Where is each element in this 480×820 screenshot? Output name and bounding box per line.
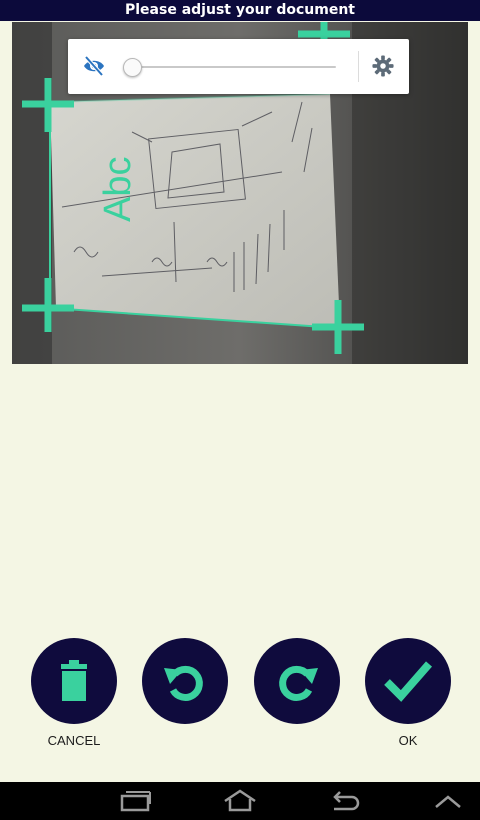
back-icon[interactable] bbox=[326, 789, 362, 813]
cancel-button[interactable] bbox=[31, 638, 117, 724]
panel-divider bbox=[358, 51, 359, 82]
ok-label: OK bbox=[398, 733, 418, 748]
home-icon[interactable] bbox=[222, 789, 258, 813]
slider-thumb[interactable] bbox=[123, 58, 142, 77]
rotate-left-button[interactable] bbox=[142, 638, 228, 724]
navigation-bar bbox=[0, 782, 480, 820]
rotate-ccw-icon bbox=[164, 665, 203, 701]
collapse-icon[interactable] bbox=[430, 789, 466, 813]
recent-apps-icon[interactable] bbox=[118, 789, 154, 813]
checkmark-icon bbox=[384, 661, 433, 702]
rotate-right-button[interactable] bbox=[254, 638, 340, 724]
threshold-slider[interactable] bbox=[123, 58, 336, 77]
document-paper bbox=[50, 94, 340, 328]
adjust-panel bbox=[68, 39, 409, 94]
ok-button[interactable] bbox=[365, 638, 451, 724]
gear-icon[interactable] bbox=[372, 55, 394, 77]
eye-off-icon[interactable] bbox=[82, 55, 106, 77]
overlay-text: Abc bbox=[97, 157, 139, 222]
trash-icon bbox=[61, 660, 87, 701]
cancel-label: CANCEL bbox=[47, 733, 101, 748]
rotate-cw-icon bbox=[279, 665, 318, 701]
status-bar-title: Please adjust your document bbox=[0, 0, 480, 21]
